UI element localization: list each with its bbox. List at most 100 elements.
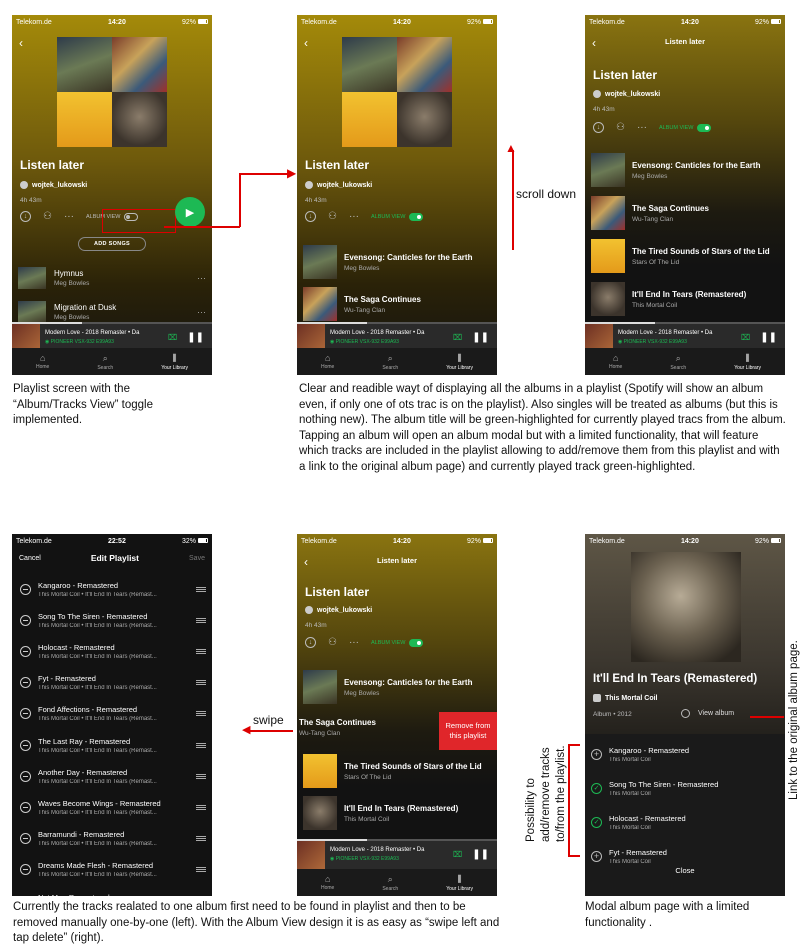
album-row[interactable]: It'll End In Tears (Remastered) This Mort… — [591, 282, 779, 316]
back-chevron-icon[interactable]: ‹ — [19, 36, 23, 50]
add-user-icon[interactable]: ⚇ — [43, 211, 52, 222]
remove-circle-icon[interactable] — [20, 739, 31, 751]
more-icon[interactable]: ··· — [197, 307, 206, 317]
tab-home[interactable]: ⌂ Home — [321, 353, 334, 370]
modal-track-row[interactable]: ✓ Song To The Siren - Remastered This Mort… — [591, 775, 779, 801]
album-row[interactable]: The Saga Continues Wu-Tang Clan — [591, 196, 779, 230]
view-album-link[interactable]: View album — [681, 706, 734, 720]
pause-icon[interactable]: ❚❚ — [472, 332, 489, 343]
tab-library[interactable]: ⫼ Your Library — [734, 353, 761, 371]
edit-track-row[interactable]: Barramundi - Remastered This Mortal Coil … — [20, 826, 206, 852]
tab-library[interactable]: ⫼ Your Library — [161, 353, 188, 371]
check-circle-icon[interactable]: ✓ — [591, 782, 602, 794]
owner[interactable]: wojtek_lukowski — [305, 181, 372, 189]
edit-track-row[interactable]: Dreams Made Flesh - Remastered This Morta… — [20, 857, 206, 883]
drag-handle-icon[interactable] — [196, 773, 206, 779]
edit-track-row[interactable]: Holocast - Remastered This Mortal Coil • … — [20, 638, 206, 664]
remove-circle-icon[interactable] — [20, 677, 31, 689]
album-row[interactable]: The Tired Sounds of Stars of the Lid Star… — [303, 754, 491, 788]
edit-track-row[interactable]: Kangaroo - Remastered This Mortal Coil • … — [20, 576, 206, 602]
devices-icon[interactable]: ⌧ — [453, 333, 462, 342]
edit-track-row[interactable]: Waves Become Wings - Remastered This Mort… — [20, 794, 206, 820]
add-user-icon[interactable]: ⚇ — [328, 211, 337, 222]
add-circle-icon[interactable]: + — [591, 748, 602, 760]
album-row[interactable]: Evensong: Canticles for the Earth Meg Bow… — [591, 153, 779, 187]
album-view-toggle[interactable]: ALBUM VIEW — [371, 638, 423, 647]
devices-icon[interactable]: ⌧ — [168, 333, 177, 342]
modal-track-row[interactable]: ✓ Holocast - Remastered This Mortal Coil — [591, 809, 779, 835]
tab-search[interactable]: ⌕ Search — [670, 353, 686, 371]
download-icon[interactable]: ↓ — [20, 211, 31, 222]
edit-track-row[interactable]: Not Me - RemasteredThis Mortal Coil • It… — [20, 888, 206, 896]
drag-handle-icon[interactable] — [196, 742, 206, 748]
edit-track-row[interactable]: Fond Affections - Remastered This Mortal … — [20, 701, 206, 727]
edit-track-row[interactable]: Fyt - Remastered This Mortal Coil • It'll… — [20, 670, 206, 696]
remove-circle-icon[interactable] — [20, 895, 31, 896]
play-button[interactable]: ▶ — [175, 197, 205, 227]
more-icon[interactable]: ··· — [197, 273, 206, 283]
check-circle-icon[interactable]: ✓ — [591, 816, 602, 828]
swiped-album-row[interactable]: The Saga Continues Wu-Tang Clan — [299, 718, 376, 737]
album-view-toggle[interactable]: ALBUM VIEW — [659, 123, 711, 132]
remove-circle-icon[interactable] — [20, 645, 31, 657]
drag-handle-icon[interactable] — [196, 836, 206, 842]
remove-circle-icon[interactable] — [20, 583, 31, 595]
drag-handle-icon[interactable] — [196, 648, 206, 654]
download-icon[interactable]: ↓ — [593, 122, 604, 133]
track-row[interactable]: Hymnus Meg Bowles ··· — [18, 267, 206, 289]
cancel-button[interactable]: Cancel — [19, 555, 41, 562]
remove-circle-icon[interactable] — [20, 708, 31, 720]
toggle-switch[interactable] — [696, 123, 711, 132]
drag-handle-icon[interactable] — [196, 586, 206, 592]
devices-icon[interactable]: ⌧ — [453, 850, 462, 859]
tab-search[interactable]: ⌕ Search — [97, 353, 113, 371]
pause-icon[interactable]: ❚❚ — [472, 849, 489, 860]
remove-circle-icon[interactable] — [20, 614, 31, 626]
devices-icon[interactable]: ⌧ — [741, 333, 750, 342]
remove-circle-icon[interactable] — [20, 801, 31, 813]
owner[interactable]: wojtek_lukowski — [305, 606, 372, 614]
track-row[interactable]: Migration at Dusk Meg Bowles ··· — [18, 301, 206, 323]
edit-track-row[interactable]: Another Day - Remastered This Mortal Coil… — [20, 763, 206, 789]
owner[interactable]: wojtek_lukowski — [20, 181, 87, 189]
download-icon[interactable]: ↓ — [305, 637, 316, 648]
toggle-switch[interactable] — [408, 212, 423, 221]
tab-home[interactable]: ⌂ Home — [609, 353, 622, 370]
drag-handle-icon[interactable] — [196, 680, 206, 686]
owner[interactable]: wojtek_lukowski — [593, 90, 660, 98]
more-icon[interactable]: ··· — [64, 211, 74, 222]
remove-from-playlist-button[interactable]: Remove from this playlist — [439, 712, 497, 750]
add-circle-icon[interactable]: + — [591, 850, 602, 862]
tab-library[interactable]: ⫼ Your Library — [446, 353, 473, 371]
mini-player[interactable]: Modern Love - 2018 Remaster • Da ◉ PIONEE… — [297, 839, 497, 870]
album-row[interactable]: Evensong: Canticles for the Earth Meg Bow… — [303, 670, 491, 704]
album-row[interactable]: The Tired Sounds of Stars of the Lid Star… — [591, 239, 779, 273]
more-icon[interactable]: ··· — [349, 637, 359, 648]
modal-artist[interactable]: This Mortal Coil — [593, 694, 658, 702]
remove-circle-icon[interactable] — [20, 864, 31, 876]
more-icon[interactable]: ··· — [349, 211, 359, 222]
tab-search[interactable]: ⌕ Search — [382, 353, 398, 371]
add-songs-button[interactable]: ADD SONGS — [78, 237, 146, 251]
drag-handle-icon[interactable] — [196, 617, 206, 623]
modal-track-row[interactable]: + Kangaroo - Remastered This Mortal Coil — [591, 741, 779, 767]
tab-home[interactable]: ⌂ Home — [36, 353, 49, 370]
pause-icon[interactable]: ❚❚ — [187, 332, 204, 343]
album-row[interactable]: Evensong: Canticles for the Earth Meg Bow… — [303, 245, 491, 279]
drag-handle-icon[interactable] — [196, 711, 206, 717]
remove-circle-icon[interactable] — [20, 833, 31, 845]
edit-track-row[interactable]: Song To The Siren - Remastered This Morta… — [20, 607, 206, 633]
drag-handle-icon[interactable] — [196, 867, 206, 873]
close-button[interactable]: Close — [585, 866, 785, 875]
remove-circle-icon[interactable] — [20, 770, 31, 782]
download-icon[interactable]: ↓ — [305, 211, 316, 222]
drag-handle-icon[interactable] — [196, 804, 206, 810]
tab-home[interactable]: ⌂ Home — [321, 874, 334, 891]
tab-search[interactable]: ⌕ Search — [382, 874, 398, 892]
edit-track-row[interactable]: The Last Ray - Remastered This Mortal Coi… — [20, 732, 206, 758]
back-chevron-icon[interactable]: ‹ — [304, 36, 308, 50]
album-row[interactable]: The Saga Continues Wu-Tang Clan — [303, 287, 491, 321]
album-view-toggle[interactable]: ALBUM VIEW — [371, 212, 423, 221]
album-row[interactable]: It'll End In Tears (Remastered) This Mort… — [303, 796, 491, 830]
save-button[interactable]: Save — [189, 555, 205, 562]
